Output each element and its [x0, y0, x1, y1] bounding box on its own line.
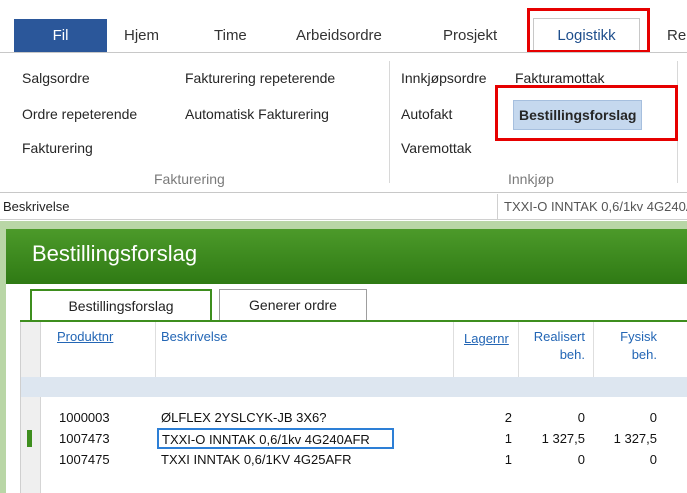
ribbon-item-fakturering[interactable]: Fakturering [22, 140, 93, 156]
cell-realisert: 0 [577, 452, 585, 467]
description-bar: Beskrivelse TXXI-O INNTAK 0,6/1kv 4G240A… [0, 194, 687, 220]
tab-bestillingsforslag[interactable]: Bestillingsforslag [30, 289, 212, 321]
cell-realisert: 1 327,5 [541, 431, 585, 446]
ribbon-item-varemottak[interactable]: Varemottak [401, 140, 472, 156]
column-header-realisert-line2: beh. [559, 347, 585, 362]
description-label: Beskrivelse [3, 199, 70, 214]
group-separator [389, 61, 390, 183]
order-suggestion-grid: Produktnr Beskrivelse Lagernr Realisert … [20, 322, 687, 493]
description-value: TXXI-O INNTAK 0,6/1kv 4G240AFR [497, 194, 687, 219]
tab-time[interactable]: Time [214, 19, 247, 52]
ribbon-item-autofakt[interactable]: Autofakt [401, 106, 452, 122]
ribbon-item-automatisk-fakturering[interactable]: Automatisk Fakturering [185, 106, 329, 122]
table-row-selected[interactable]: 1007473 TXXI-O INNTAK 0,6/1kv 4G240AFR 1… [21, 428, 687, 449]
tab-hjem[interactable]: Hjem [124, 19, 159, 52]
column-header-fysisk-line1: Fysisk [620, 329, 657, 344]
cell-beskrivelse: TXXI-O INNTAK 0,6/1kv 4G240AFR [162, 432, 370, 447]
ribbon-item-fakturering-repeterende[interactable]: Fakturering repeterende [185, 70, 335, 86]
current-row-marker [27, 430, 32, 447]
column-header-realisert[interactable]: Realisert beh. [519, 329, 585, 362]
column-header-produktnr[interactable]: Produktnr [57, 329, 113, 344]
column-header-beskrivelse[interactable]: Beskrivelse [161, 329, 227, 344]
column-separator [155, 322, 156, 377]
column-separator [453, 322, 454, 377]
column-header-realisert-line1: Realisert [533, 329, 585, 344]
window-title: Bestillingsforslag [32, 241, 198, 266]
ribbon-panel: Salgsordre Fakturering repeterende Ordre… [0, 52, 687, 193]
ribbon-item-bestillingsforslag[interactable]: Bestillingsforslag [513, 100, 643, 130]
tab-generer-ordre[interactable]: Generer ordre [219, 289, 367, 320]
tab-logistikk[interactable]: Logistikk [533, 18, 640, 53]
cell-beskrivelse: ØLFLEX 2YSLCYK-JB 3X6? [161, 410, 327, 425]
cell-fysisk: 1 327,5 [613, 431, 657, 446]
tab-re[interactable]: Re [667, 19, 686, 52]
cell-beskrivelse: TXXI INNTAK 0,6/1KV 4G25AFR [161, 452, 352, 467]
tab-prosjekt[interactable]: Prosjekt [443, 19, 497, 52]
ribbon-item-innkjopsordre[interactable]: Innkjøpsordre [401, 70, 487, 86]
cell-produktnr: 1007475 [59, 452, 110, 467]
group-separator [677, 61, 678, 183]
cell-lagernr: 1 [504, 452, 512, 467]
filter-row[interactable] [21, 377, 687, 397]
group-label-fakturering: Fakturering [154, 171, 225, 187]
ribbon-item-salgsordre[interactable]: Salgsordre [22, 70, 90, 86]
column-header-lagernr[interactable]: Lagernr [464, 331, 509, 346]
cell-lagernr: 2 [504, 410, 512, 425]
column-header-fysisk[interactable]: Fysisk beh. [601, 329, 657, 362]
table-row[interactable]: 1007475 TXXI INNTAK 0,6/1KV 4G25AFR 1 0 … [21, 449, 687, 470]
ribbon-tab-bar: Fil Hjem Time Arbeidsordre Prosjekt Logi… [0, 0, 687, 53]
column-separator [593, 322, 594, 377]
ribbon-item-ordre-repeterende[interactable]: Ordre repeterende [22, 106, 137, 122]
tab-arbeidsordre[interactable]: Arbeidsordre [296, 19, 382, 52]
window-header: Bestillingsforslag [6, 229, 687, 284]
group-label-innkjop: Innkjøp [508, 171, 554, 187]
cell-fysisk: 0 [649, 452, 657, 467]
cell-produktnr: 1007473 [59, 431, 110, 446]
bestillingsforslag-window: Bestillingsforslag Bestillingsforslag Ge… [6, 229, 687, 493]
cell-produktnr: 1000003 [59, 410, 110, 425]
cell-fysisk: 0 [649, 410, 657, 425]
cell-realisert: 0 [577, 410, 585, 425]
cell-lagernr: 1 [504, 431, 512, 446]
table-row[interactable]: 1000003 ØLFLEX 2YSLCYK-JB 3X6? 2 0 0 [21, 407, 687, 428]
ribbon-item-fakturamottak[interactable]: Fakturamottak [515, 70, 604, 86]
cell-beskrivelse-editor[interactable]: TXXI-O INNTAK 0,6/1kv 4G240AFR [157, 428, 394, 449]
tab-fil[interactable]: Fil [14, 19, 107, 52]
column-header-fysisk-line2: beh. [631, 347, 657, 362]
